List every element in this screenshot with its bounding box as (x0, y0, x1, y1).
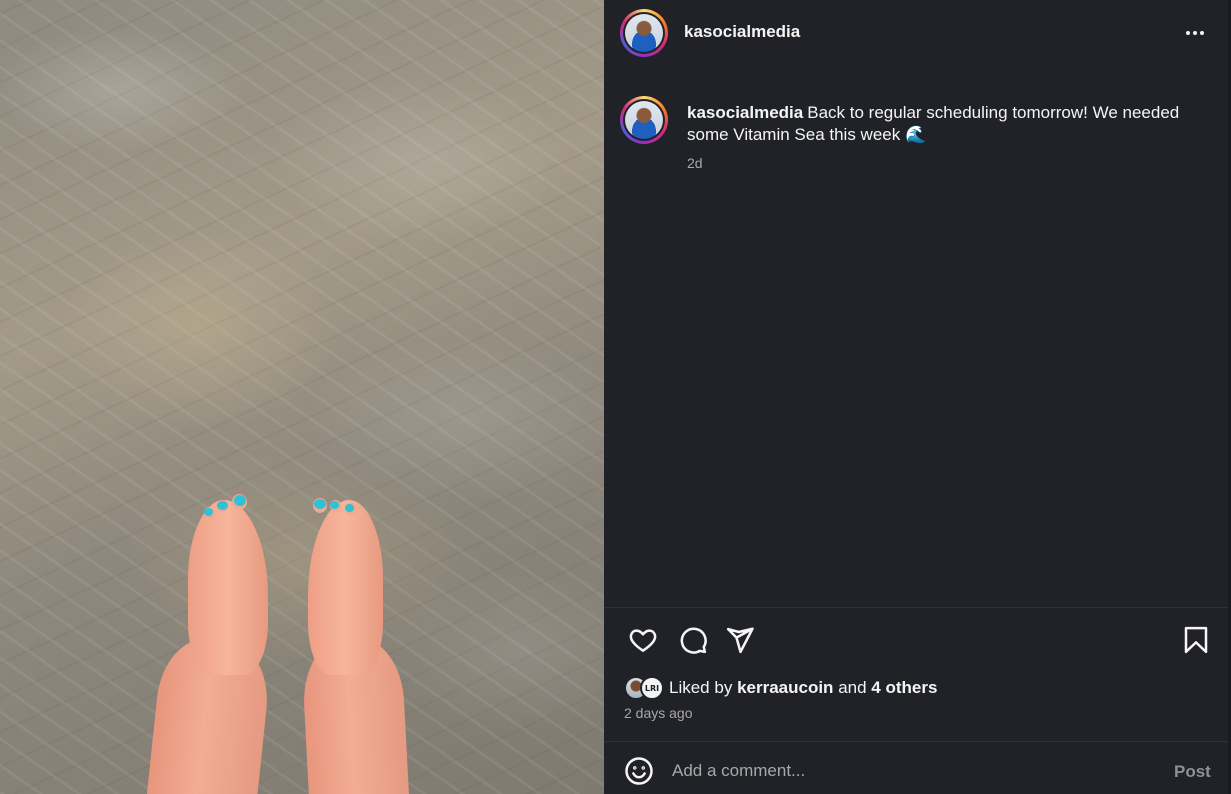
emoji-smiley-icon[interactable] (624, 756, 654, 786)
caption-text: kasocialmedia Back to regular scheduling … (687, 102, 1207, 146)
post-comment-button[interactable]: Post (1174, 762, 1211, 782)
liker-avatar-badge[interactable]: LRI (640, 676, 664, 700)
caption-username[interactable]: kasocialmedia (687, 103, 803, 122)
post-photo-beach-feet[interactable] (0, 0, 604, 794)
heart-icon[interactable] (625, 620, 661, 660)
toenail (314, 499, 326, 509)
likes-summary: LRI Liked by kerraaucoin and 4 others (624, 675, 937, 701)
avatar-frame (623, 12, 665, 54)
avatar (625, 101, 663, 139)
toenail (204, 508, 213, 516)
toenail (234, 495, 246, 506)
caption-avatar[interactable] (620, 96, 668, 144)
dot (1186, 31, 1190, 35)
avatar (625, 14, 663, 52)
toenail (217, 501, 228, 510)
more-options-icon[interactable] (1180, 22, 1210, 44)
post-side-panel: kasocialmedia kasocialmedia Back to regul… (604, 0, 1231, 794)
divider (604, 741, 1231, 742)
bookmark-icon[interactable] (1178, 620, 1214, 660)
likes-others[interactable]: 4 others (871, 678, 937, 697)
divider (604, 607, 1231, 608)
left-foot (188, 500, 268, 675)
dot (1193, 31, 1197, 35)
toenail (330, 501, 339, 509)
likes-text: Liked by kerraaucoin and 4 others (669, 678, 937, 698)
right-foot (308, 500, 383, 675)
comment-bubble-icon[interactable] (675, 620, 711, 660)
dot (1200, 31, 1204, 35)
likes-joiner: and (838, 678, 867, 697)
header-avatar[interactable] (620, 9, 668, 57)
paper-plane-icon[interactable] (722, 620, 758, 660)
toenail (345, 504, 354, 512)
comment-input[interactable] (672, 758, 1152, 784)
caption-timestamp[interactable]: 2d (687, 155, 703, 171)
comment-bar: Post (604, 748, 1231, 794)
post-date[interactable]: 2 days ago (624, 705, 693, 721)
post-header: kasocialmedia (604, 0, 1231, 66)
action-bar (604, 620, 1231, 660)
header-username[interactable]: kasocialmedia (684, 22, 800, 42)
liker-username[interactable]: kerraaucoin (737, 678, 833, 697)
likes-prefix: Liked by (669, 678, 733, 697)
avatar-frame (623, 99, 665, 141)
instagram-post: kasocialmedia kasocialmedia Back to regul… (0, 0, 1231, 794)
